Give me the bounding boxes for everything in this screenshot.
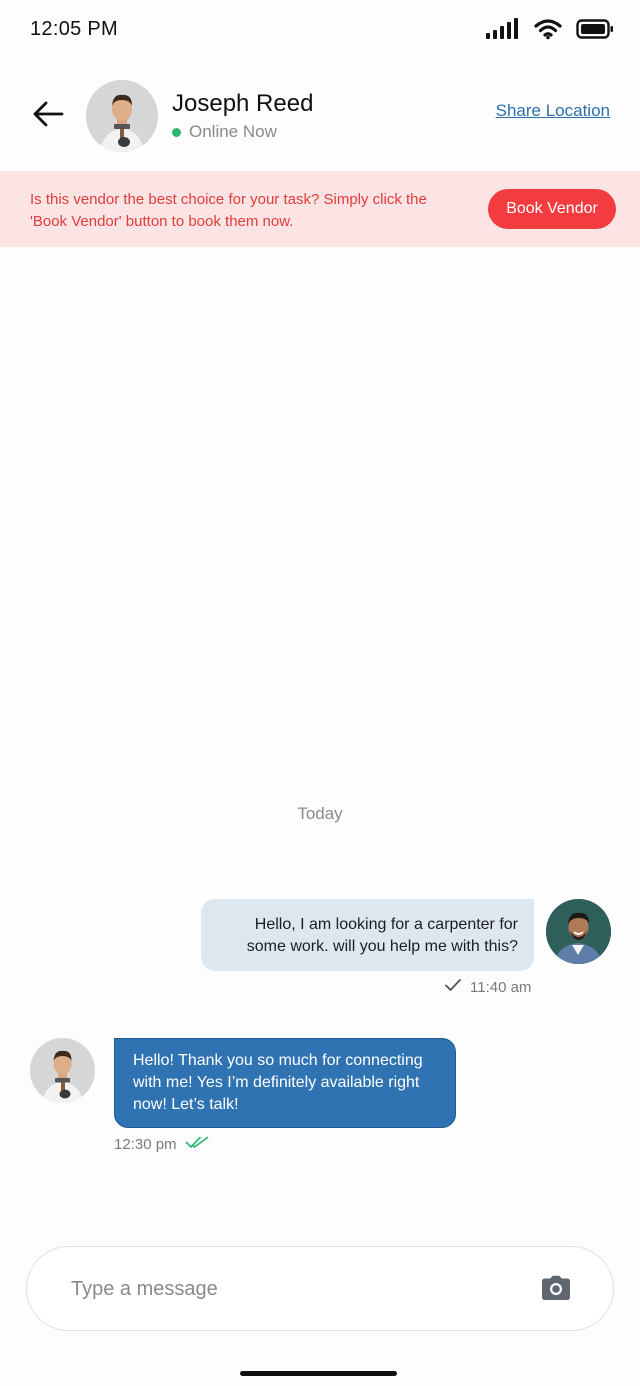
camera-icon bbox=[541, 1275, 571, 1305]
book-vendor-button[interactable]: Book Vendor bbox=[488, 189, 616, 229]
battery-icon bbox=[576, 18, 614, 45]
outgoing-message-time: 11:40 am bbox=[470, 978, 532, 996]
online-status-label: Online Now bbox=[189, 122, 277, 141]
back-arrow-icon bbox=[32, 100, 64, 133]
day-separator: Today bbox=[297, 804, 343, 823]
message-input[interactable] bbox=[71, 1272, 511, 1306]
status-bar: 12:05 PM bbox=[0, 0, 640, 60]
message-composer bbox=[26, 1246, 614, 1331]
banner-text: Is this vendor the best choice for your … bbox=[30, 191, 427, 230]
signal-icon bbox=[486, 18, 520, 45]
contact-avatar[interactable] bbox=[86, 80, 158, 152]
camera-button[interactable] bbox=[541, 1275, 573, 1303]
double-check-icon bbox=[185, 1135, 209, 1153]
share-location-link[interactable]: Share Location bbox=[496, 101, 610, 121]
incoming-message-meta: 12:30 pm bbox=[114, 1135, 209, 1153]
chat-header: Joseph Reed Online Now Share Location bbox=[0, 70, 640, 170]
book-vendor-banner: Is this vendor the best choice for your … bbox=[0, 171, 640, 247]
contact-message-avatar[interactable] bbox=[30, 1038, 95, 1103]
wifi-icon bbox=[534, 18, 562, 45]
status-icons bbox=[486, 18, 614, 45]
outgoing-message-meta: 11:40 am bbox=[444, 978, 531, 996]
status-time: 12:05 PM bbox=[30, 18, 119, 40]
single-check-icon bbox=[444, 978, 462, 996]
home-indicator bbox=[240, 1371, 397, 1376]
incoming-message-bubble[interactable]: Hello! Thank you so much for connecting … bbox=[114, 1038, 456, 1128]
user-avatar[interactable] bbox=[546, 899, 611, 964]
online-dot-icon bbox=[172, 127, 181, 137]
contact-name: Joseph Reed bbox=[172, 90, 314, 117]
outgoing-message-bubble[interactable]: Hello, I am looking for a carpenter for … bbox=[201, 899, 534, 971]
online-status: Online Now bbox=[172, 122, 277, 142]
back-button[interactable] bbox=[26, 96, 70, 136]
incoming-message-time: 12:30 pm bbox=[114, 1135, 177, 1153]
